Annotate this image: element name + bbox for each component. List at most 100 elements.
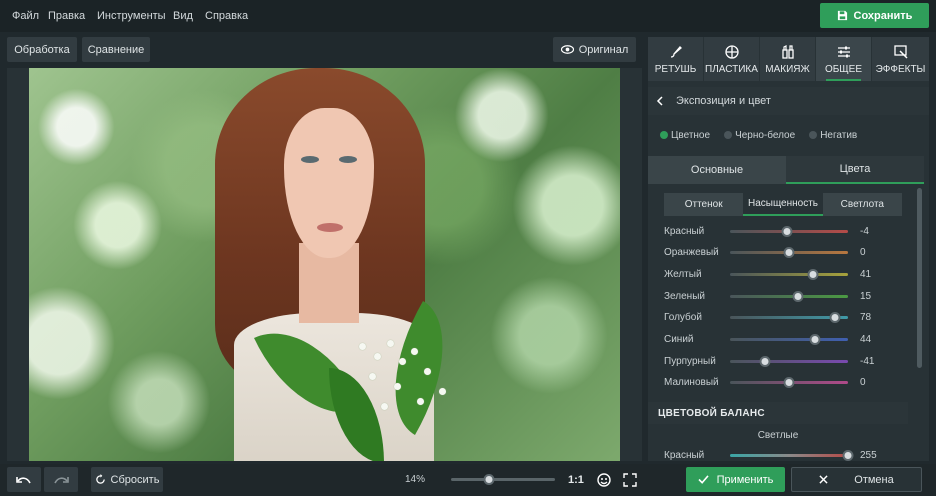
zoom-slider-thumb[interactable] xyxy=(483,474,495,485)
slider-track[interactable] xyxy=(730,225,848,237)
cancel-button[interactable]: Отмена xyxy=(791,467,922,492)
slider-thumb[interactable] xyxy=(783,247,795,259)
apply-label: Применить xyxy=(716,473,774,486)
menu-file[interactable]: Файл xyxy=(12,10,39,22)
slider-value: 0 xyxy=(860,247,866,259)
zoom-slider[interactable] xyxy=(451,474,555,485)
reset-label: Сбросить xyxy=(110,473,160,486)
reset-icon xyxy=(95,474,105,484)
photo-flower xyxy=(417,398,424,405)
slider-row: Пурпурный -41 xyxy=(664,353,912,369)
slider-track[interactable] xyxy=(730,268,848,280)
segment-lightness[interactable]: Светлота xyxy=(823,193,902,216)
original-label: Оригинал xyxy=(578,43,629,56)
eye-icon xyxy=(560,45,574,54)
face-icon[interactable] xyxy=(596,472,612,488)
chevron-left-icon[interactable] xyxy=(656,96,664,106)
apply-button[interactable]: Применить xyxy=(686,467,785,492)
mode-bw[interactable]: Черно-белое xyxy=(724,130,795,141)
tab-general[interactable]: ОБЩЕЕ xyxy=(816,37,871,81)
slider-label: Пурпурный xyxy=(664,355,716,367)
subtab-colors[interactable]: Цвета xyxy=(786,156,924,184)
slider-track[interactable] xyxy=(730,312,848,324)
mode-color[interactable]: Цветное xyxy=(660,130,710,141)
redo-icon xyxy=(54,476,69,483)
slider-label: Синий xyxy=(664,334,694,345)
subtabs: Основные Цвета xyxy=(648,156,924,184)
photo-image[interactable] xyxy=(29,68,620,461)
slider-track[interactable] xyxy=(730,334,848,345)
slider-row: Синий 44 xyxy=(664,332,912,348)
segment-saturation[interactable]: Насыщенность xyxy=(743,193,823,216)
undo-button[interactable] xyxy=(7,467,41,492)
slider-thumb[interactable] xyxy=(807,268,819,280)
processing-button[interactable]: Обработка xyxy=(7,37,77,62)
slider-row: Голубой 78 xyxy=(664,310,912,326)
zoom-one-to-one[interactable]: 1:1 xyxy=(568,474,584,486)
tab-effects[interactable]: ЭФФЕКТЫ xyxy=(872,37,929,81)
tab-effects-label: ЭФФЕКТЫ xyxy=(875,64,926,75)
photo-lips xyxy=(317,223,343,232)
tab-retouch[interactable]: РЕТУШЬ xyxy=(648,37,703,81)
redo-button[interactable] xyxy=(44,467,78,492)
slider-value: 15 xyxy=(860,290,872,302)
mode-color-label: Цветное xyxy=(671,129,711,141)
zoom-percent: 14% xyxy=(405,474,426,485)
balance-slider-track[interactable] xyxy=(730,449,854,461)
menu-view[interactable]: Вид xyxy=(173,10,193,22)
color-balance-title: ЦВЕТОВОЙ БАЛАНС xyxy=(648,402,908,424)
slider-track[interactable] xyxy=(730,290,848,302)
slider-row: Красный -4 xyxy=(664,223,912,239)
reset-button[interactable]: Сбросить xyxy=(91,467,163,492)
slider-thumb[interactable] xyxy=(783,377,795,389)
panel-scrollbar[interactable] xyxy=(917,188,922,368)
slider-track[interactable] xyxy=(730,355,848,367)
slider-label: Зеленый xyxy=(664,290,705,302)
radio-off-icon xyxy=(809,131,818,139)
slider-value: 41 xyxy=(860,268,872,280)
section-header[interactable]: Экспозиция и цвет xyxy=(648,87,929,115)
slider-track[interactable] xyxy=(730,377,848,389)
photo-flower xyxy=(394,383,401,390)
photo-flower xyxy=(369,373,376,380)
segment-control: Оттенок Насыщенность Светлота xyxy=(664,193,902,216)
slider-thumb[interactable] xyxy=(759,355,771,367)
tab-makeup[interactable]: МАКИЯЖ xyxy=(760,37,815,81)
photo-flower xyxy=(381,403,388,410)
radio-on-icon xyxy=(660,131,668,139)
segment-hue[interactable]: Оттенок xyxy=(664,193,743,216)
slider-thumb[interactable] xyxy=(781,225,793,237)
compare-button[interactable]: Сравнение xyxy=(82,37,150,62)
slider-track[interactable] xyxy=(730,247,848,259)
radio-off-icon xyxy=(724,131,733,139)
mode-negative[interactable]: Негатив xyxy=(809,130,857,141)
slider-value: 78 xyxy=(860,312,872,324)
brush-icon xyxy=(670,46,682,58)
save-button[interactable]: Сохранить xyxy=(820,3,929,28)
slider-value: -4 xyxy=(860,225,869,237)
balance-slider-thumb[interactable] xyxy=(842,449,854,461)
menu-edit[interactable]: Правка xyxy=(48,10,85,22)
mode-bw-label: Черно-белое xyxy=(735,129,796,141)
slider-thumb[interactable] xyxy=(792,290,804,302)
original-button[interactable]: Оригинал xyxy=(553,37,636,62)
tab-makeup-label: МАКИЯЖ xyxy=(765,64,810,75)
tab-general-label: ОБЩЕЕ xyxy=(824,64,863,75)
photo-flower xyxy=(374,353,381,360)
canvas-area[interactable] xyxy=(7,68,642,461)
section-title: Экспозиция и цвет xyxy=(676,95,771,107)
save-icon xyxy=(837,10,847,21)
slider-thumb[interactable] xyxy=(829,312,841,324)
mode-negative-label: Негатив xyxy=(820,129,858,141)
menu-help[interactable]: Справка xyxy=(205,10,248,22)
menu-tools[interactable]: Инструменты xyxy=(97,10,166,22)
slider-row: Оранжевый 0 xyxy=(664,245,912,261)
fullscreen-icon[interactable] xyxy=(622,472,638,488)
balance-slider-label: Красный xyxy=(664,449,705,461)
tab-plastic[interactable]: ПЛАСТИКА xyxy=(704,37,759,81)
tab-retouch-label: РЕТУШЬ xyxy=(654,64,697,75)
slider-row: Желтый 41 xyxy=(664,266,912,282)
slider-thumb[interactable] xyxy=(809,334,821,345)
subtab-basic[interactable]: Основные xyxy=(648,156,786,184)
undo-icon xyxy=(16,476,31,483)
